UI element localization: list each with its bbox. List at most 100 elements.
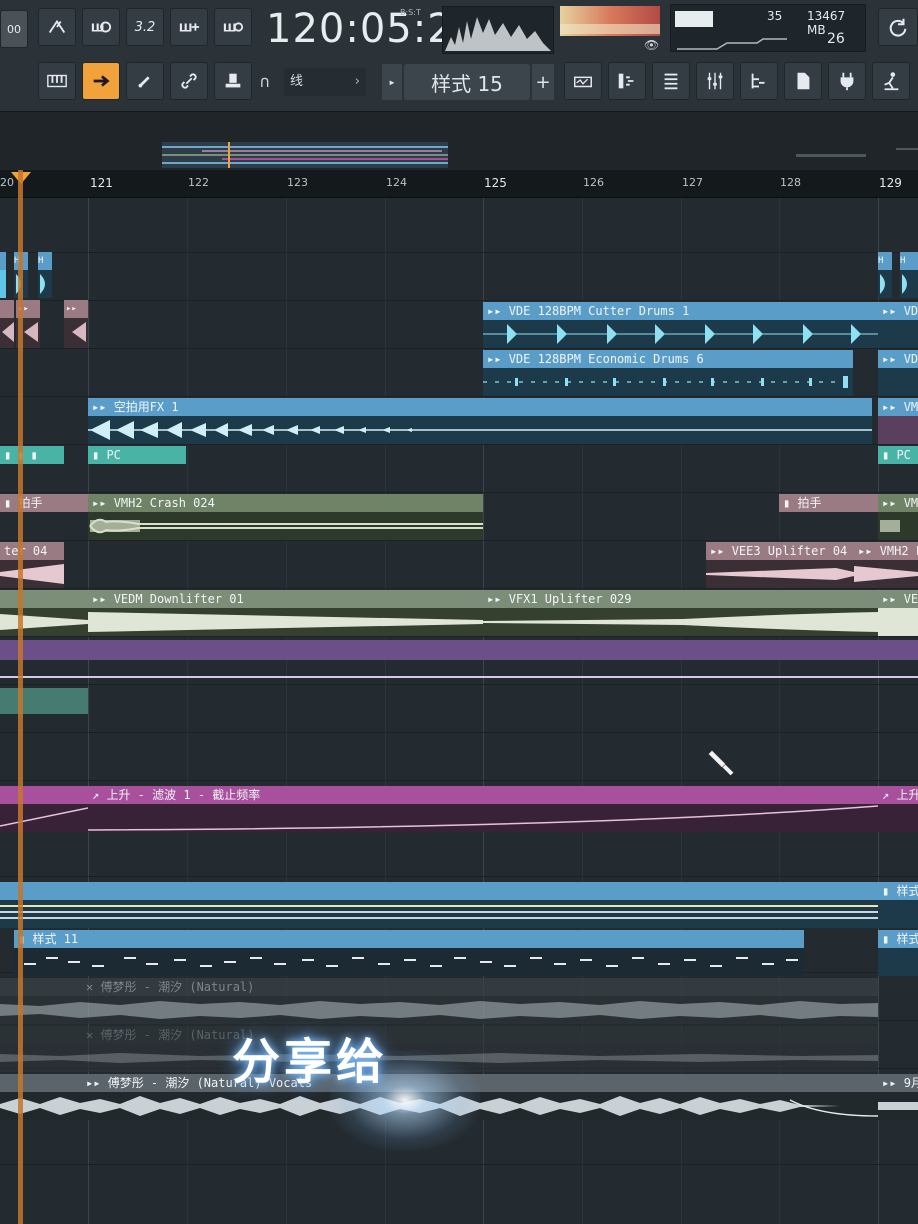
pattern-notes-icon — [0, 905, 878, 919]
clip-downlifter[interactable]: ▸▸ VEDM Downlifter 01 — [88, 590, 483, 636]
clip-title: 样式 11 — [32, 932, 79, 946]
clip-pattern-band[interactable] — [0, 882, 878, 928]
clip-title: VFX1 Uplifter 029 — [508, 592, 632, 606]
pattern-clips-left[interactable]: ▮▮▮ — [0, 446, 64, 468]
cpu-memory-panel: 35 13467 MB 26 — [670, 4, 866, 52]
playhead-line[interactable] — [18, 170, 23, 1224]
clip-clap-left[interactable]: ▮ 拍手 — [0, 494, 88, 516]
purple-automation-clip[interactable] — [0, 640, 918, 660]
magnet-icon[interactable]: ∩ — [260, 72, 270, 91]
drum-hit-clip[interactable] — [0, 252, 6, 298]
close-icon: ✕ — [86, 1028, 101, 1042]
eye-icon[interactable]: 👁 — [644, 38, 659, 52]
track-divider — [0, 348, 918, 349]
teal-clip[interactable] — [0, 688, 88, 714]
browser-button[interactable] — [740, 62, 778, 100]
clip-title: VDE — [903, 352, 918, 366]
drum-hit-clip[interactable]: H — [900, 252, 918, 298]
project-file-button[interactable] — [784, 62, 822, 100]
perc-hit-clip[interactable] — [0, 300, 14, 348]
clip-automation-left[interactable] — [0, 786, 88, 832]
clip-automation-next[interactable]: ↗ 上升 — [878, 786, 918, 832]
link-tool-button[interactable] — [170, 62, 208, 100]
clip-audio-natural-1[interactable]: ✕ 傅梦彤 - 潮汐 (Natural) — [0, 978, 878, 1024]
clip-economic-drums-next[interactable]: ▸▸ VDE — [878, 350, 918, 396]
clip-automation-filter[interactable]: ↗ 上升 - 滤波 1 - 截止频率 — [88, 786, 878, 832]
timeline-ruler[interactable]: 20 121 122 123 124 125 126 127 128 129 — [0, 170, 918, 198]
track-divider — [0, 252, 918, 253]
play-small-icon: ▸ — [388, 75, 396, 89]
clip-title: VMH2 Crash 024 — [113, 496, 215, 510]
clip-pc-next[interactable]: ▮ PC — [878, 446, 918, 468]
tempo-button[interactable]: 3.2 — [126, 8, 164, 46]
wait-record-button[interactable]: Ш — [82, 8, 120, 46]
perc-hit-clip[interactable]: ▸▸ — [64, 300, 88, 348]
mixer-button[interactable] — [696, 62, 734, 100]
channel-rack-button[interactable] — [652, 62, 690, 100]
loop-record-button[interactable]: Ш — [214, 8, 252, 46]
clip-crash-next[interactable]: ▸▸ VMH — [878, 494, 918, 540]
clip-economic-drums[interactable]: ▸▸ VDE 128BPM Economic Drums 6 — [483, 350, 853, 396]
blend-icon: Ш — [179, 22, 200, 35]
clip-crash[interactable]: ▸▸ VMH2 Crash 024 — [88, 494, 483, 540]
ruler-label-122: 122 — [188, 176, 209, 189]
purple-automation-line — [0, 676, 918, 678]
clip-title: VMH2 F — [879, 544, 918, 558]
clip-pc[interactable]: ▮ PC — [88, 446, 186, 468]
clip-pattern-11-next[interactable]: ▮ 样式 — [878, 930, 918, 976]
playlist-view-button[interactable] — [564, 62, 602, 100]
add-pattern-button[interactable]: + — [532, 64, 554, 100]
draw-tool-button[interactable] — [126, 62, 164, 100]
clip-clap-right[interactable]: ▮ 拍手 — [779, 494, 878, 516]
clip-cutter-drums[interactable]: ▸▸ VDE 128BPM Cutter Drums 1 — [483, 302, 878, 348]
blend-notes-button[interactable]: Ш — [170, 8, 208, 46]
overview-scrollbar[interactable] — [796, 154, 866, 157]
clip-sage-left[interactable] — [0, 590, 88, 636]
clip-uplifter-next[interactable]: ▸▸ VMH2 F — [854, 542, 918, 588]
stamp-tool-button[interactable] — [214, 62, 252, 100]
drum-hit-clip[interactable]: H — [878, 252, 892, 298]
audio-waveform-icon — [880, 520, 900, 532]
arrow-icon: ▸▸ — [882, 496, 904, 510]
paint-brush-cursor-icon — [707, 749, 734, 776]
partial-button-left[interactable]: 00 — [0, 10, 28, 48]
waveform-monitor[interactable] — [442, 6, 554, 54]
reset-button[interactable] — [878, 8, 918, 46]
clip-pattern-11[interactable]: ▮ 样式 11 — [14, 930, 804, 976]
clip-cutter-drums-next[interactable]: ▸▸ VDE — [878, 302, 918, 348]
automation-curve-icon — [88, 805, 878, 831]
playlist-arrow-button[interactable] — [82, 62, 120, 100]
ruler-label-125: 125 — [484, 176, 507, 190]
piano-roll-view-button[interactable] — [608, 62, 646, 100]
arrow-icon: ▸▸ — [882, 592, 904, 606]
playlist-overview[interactable] — [0, 112, 918, 170]
metronome-button[interactable] — [38, 8, 76, 46]
plugin-button[interactable] — [828, 62, 866, 100]
mixer-icon — [707, 72, 723, 90]
track-divider — [0, 1164, 918, 1165]
drum-hit-clip[interactable]: H — [38, 252, 52, 298]
clip-title: 空拍用FX 1 — [113, 400, 179, 414]
clip-uplifter-029-next[interactable]: ▸▸ VED — [878, 590, 918, 636]
pattern-prev-button[interactable]: ▸ — [382, 64, 402, 100]
clip-pattern-next[interactable]: ▮ 样式 — [878, 882, 918, 928]
pattern-notes-icon — [24, 957, 798, 967]
clip-title: PC — [896, 448, 911, 462]
clip-fx1-next[interactable]: ▸▸ VMH — [878, 398, 918, 444]
clip-fx1[interactable]: ▸▸ 空拍用FX 1 — [88, 398, 872, 444]
clip-title: 上升 — [896, 788, 918, 802]
piano-roll-button[interactable] — [38, 62, 76, 100]
overview-thumbnail[interactable] — [162, 142, 448, 168]
pattern-selector[interactable]: 样式 15 — [404, 64, 530, 100]
clip-uplifter-left[interactable]: ter 04 — [0, 542, 64, 588]
track-divider — [0, 492, 918, 493]
track-divider — [0, 732, 918, 733]
touch-controller-button[interactable] — [872, 62, 910, 100]
clip-uplifter-029[interactable]: ▸▸ VFX1 Uplifter 029 — [483, 590, 878, 636]
pattern-icon: ▮ — [783, 496, 798, 510]
clip-uplifter-04[interactable]: ▸▸ VEE3 Uplifter 04 — [706, 542, 854, 588]
clip-audio-next[interactable]: ▸▸ 9月 — [878, 1074, 918, 1120]
snap-select[interactable]: 线 › — [284, 68, 366, 96]
ruler-label-127: 127 — [682, 176, 703, 189]
arrow-icon: ▸▸ — [487, 592, 509, 606]
